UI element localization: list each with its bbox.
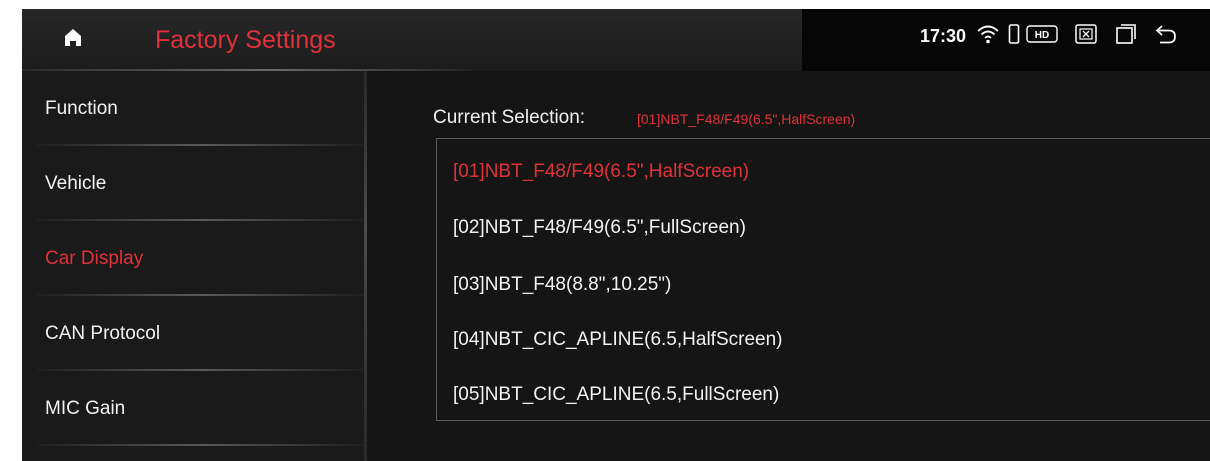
sidebar-item-label: Function [45,97,118,119]
current-selection-value: [01]NBT_F48/F49(6.5",HalfScreen) [637,111,856,127]
recent-apps-icon[interactable] [1114,23,1138,50]
sidebar-item-label: Vehicle [45,172,107,194]
sidebar-separator [364,71,367,461]
sidebar: Function Vehicle Car Display CAN Protoco… [22,71,364,461]
display-option-list: [01]NBT_F48/F49(6.5",HalfScreen) [02]NBT… [436,138,1210,421]
phone-icon [1008,23,1020,50]
close-box-icon[interactable] [1074,23,1098,50]
page-title: Factory Settings [155,26,336,54]
clock: 17:30 [920,25,967,46]
option-item[interactable]: [02]NBT_F48/F49(6.5",FullScreen) [453,217,746,239]
svg-text:HD: HD [1035,30,1049,41]
option-item[interactable]: [04]NBT_CIC_APLINE(6.5,HalfScreen) [453,329,782,351]
screen: Factory Settings 17:30 HD Function Vehic… [22,9,1210,461]
sidebar-item-vehicle[interactable]: Vehicle [22,146,364,221]
back-icon[interactable] [1154,23,1178,50]
sidebar-item-can-protocol[interactable]: CAN Protocol [22,296,364,371]
option-item[interactable]: [01]NBT_F48/F49(6.5",HalfScreen) [453,161,749,183]
title-bar [22,9,802,71]
hd-icon: HD [1026,24,1058,49]
current-selection-label: Current Selection: [433,107,586,128]
wifi-icon [976,23,1000,50]
status-area: 17:30 HD [920,23,1178,49]
sidebar-item-label: Car Display [45,247,144,269]
option-item[interactable]: [03]NBT_F48(8.8",10.25") [453,274,671,296]
home-icon[interactable] [60,25,86,51]
sidebar-item-label: MIC Gain [45,397,126,419]
divider [37,444,364,446]
top-bar: Factory Settings 17:30 HD [22,9,1210,71]
sidebar-item-car-display[interactable]: Car Display [22,221,364,296]
option-item[interactable]: [05]NBT_CIC_APLINE(6.5,FullScreen) [453,384,779,406]
sidebar-item-function[interactable]: Function [22,71,364,146]
sidebar-item-mic-gain[interactable]: MIC Gain [22,371,364,446]
sidebar-item-label: CAN Protocol [45,322,161,344]
